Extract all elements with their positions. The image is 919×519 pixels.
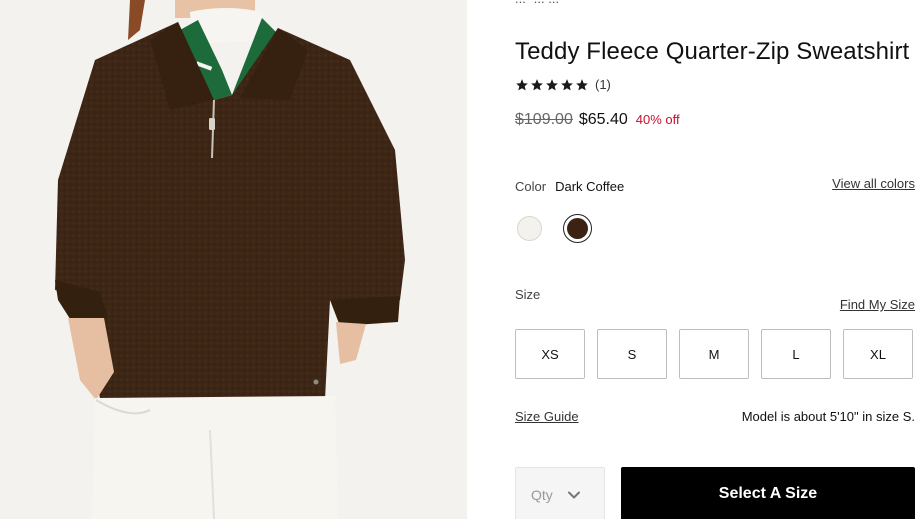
size-options: XS S M L XL [515,329,913,379]
model-size-note: Model is about 5'10" in size S. [741,409,915,424]
star-icon [531,78,543,90]
star-icon [546,78,558,90]
product-image[interactable] [0,0,467,519]
size-button-l[interactable]: L [761,329,831,379]
swatch-dark-coffee[interactable] [563,214,592,243]
size-button-s[interactable]: S [597,329,667,379]
color-label: Color [515,179,547,194]
quantity-label: Qty [531,487,553,503]
size-guide-link[interactable]: Size Guide [515,409,579,424]
star-rating [515,78,589,92]
swatch-fill [517,216,542,241]
star-icon [516,78,528,90]
original-price: $109.00 [515,111,573,128]
chevron-down-icon [567,491,580,499]
product-details-panel: ... ·... ... Teddy Fleece Quarter-Zip Sw… [467,0,919,519]
find-my-size-link[interactable]: Find My Size [840,297,915,312]
size-button-m[interactable]: M [679,329,749,379]
model-photo [0,0,467,519]
size-button-xl[interactable]: XL [843,329,913,379]
swatch-fill [566,217,588,239]
breadcrumb[interactable]: ... ·... ... [515,0,559,6]
discount-badge: 40% off [635,112,680,127]
selected-color-name: Dark Coffee [555,179,625,194]
rating-row[interactable]: (1) [515,77,611,92]
color-swatches [515,214,592,243]
swatch-cream[interactable] [515,214,544,243]
size-label: Size [515,287,541,302]
sale-price: $65.40 [578,111,628,128]
star-icon [576,78,588,90]
view-all-colors-link[interactable]: View all colors [832,176,915,191]
review-count[interactable]: (1) [595,77,611,92]
select-size-button[interactable]: Select A Size [621,467,915,519]
color-row: Color Dark Coffee View all colors [515,176,915,194]
size-button-xs[interactable]: XS [515,329,585,379]
quantity-select[interactable]: Qty [515,467,605,519]
product-title: Teddy Fleece Quarter-Zip Sweatshirt [515,38,910,65]
price-row: $109.00 $65.40 40% off [515,111,680,129]
star-icon [561,78,573,90]
